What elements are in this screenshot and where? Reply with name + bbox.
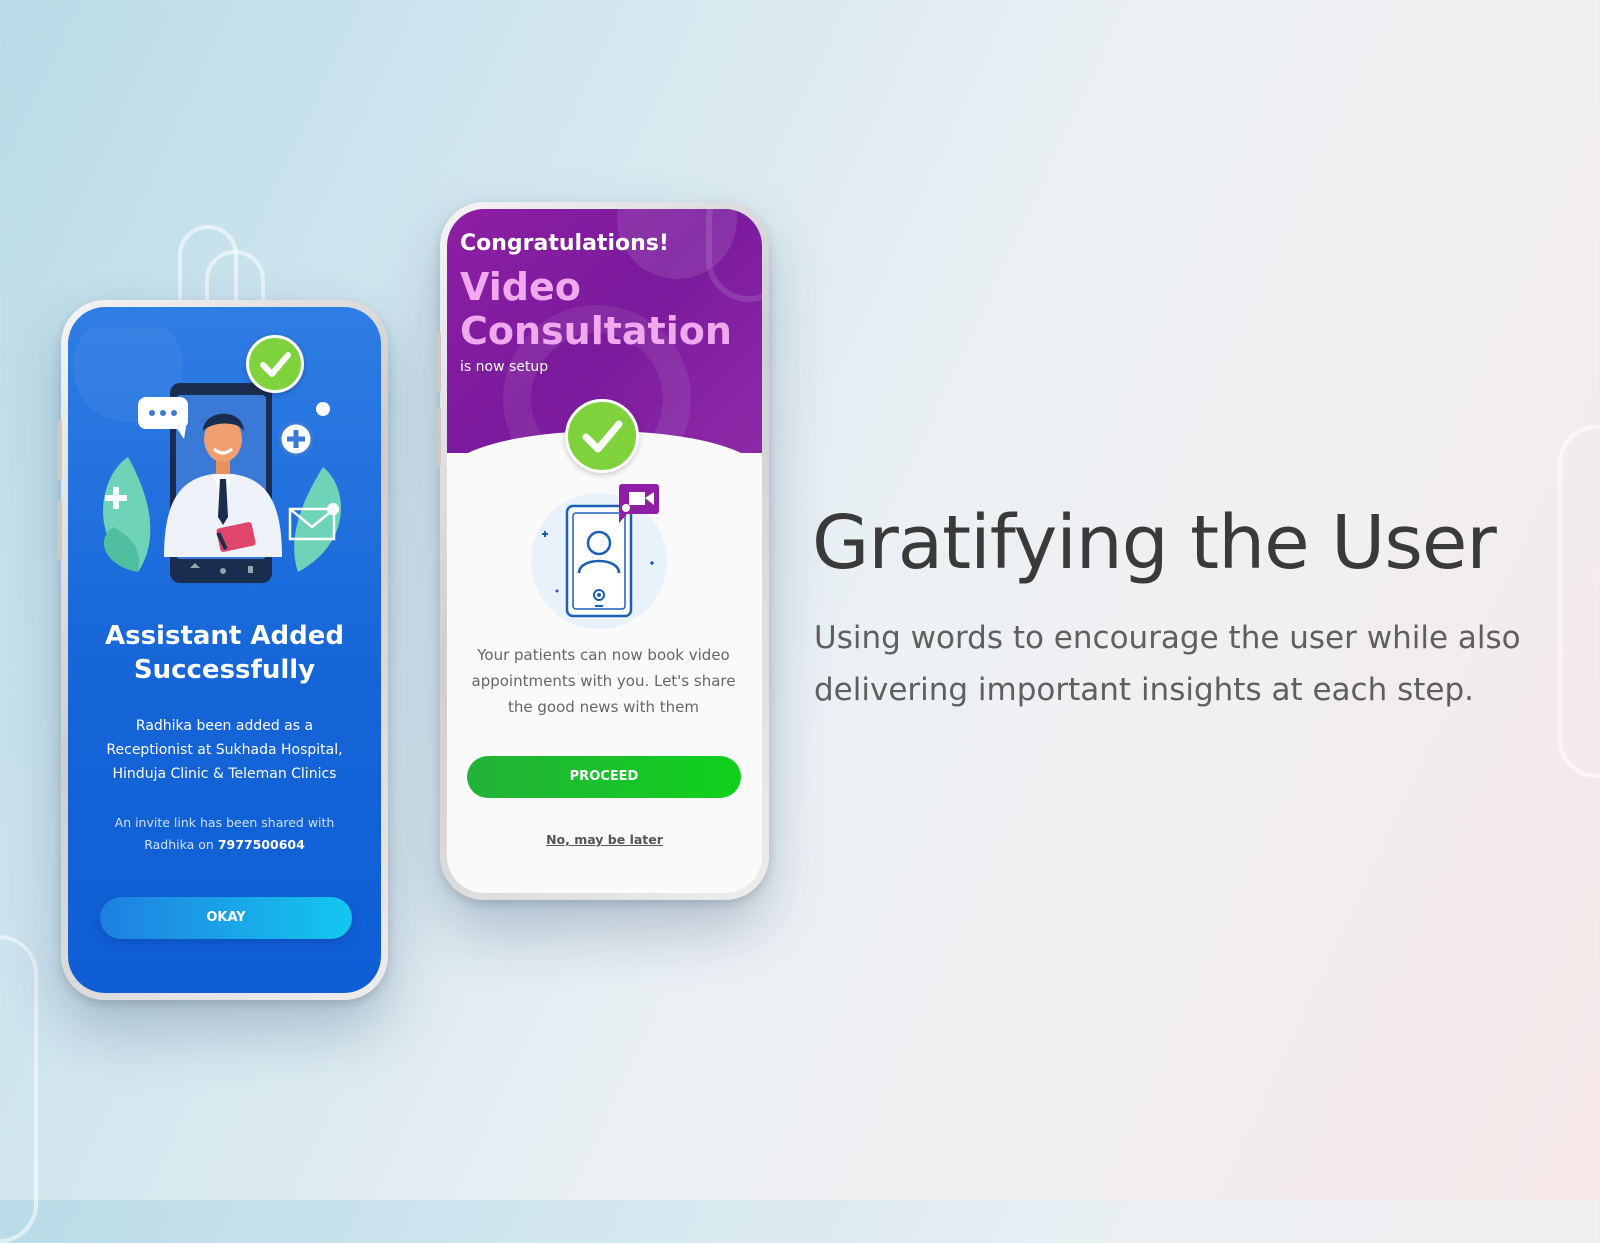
title-line-video: Video: [460, 265, 581, 309]
invite-phone-number: 7977500604: [217, 837, 305, 852]
assistant-added-phone: Assistant Added Successfully Radhika bee…: [57, 300, 388, 1000]
congratulations-text: Congratulations!: [460, 231, 669, 256]
video-phone-illustration: [531, 484, 667, 629]
assistant-added-title: Assistant Added Successfully: [104, 621, 344, 685]
video-consultation-screen: Congratulations! Video Consultation is n…: [447, 209, 762, 893]
background-decoration: [1558, 425, 1600, 778]
doctor-illustration: [73, 327, 341, 583]
video-consultation-description: Your patients can now book video appoint…: [471, 646, 736, 716]
title-line-consultation: Consultation: [460, 309, 732, 353]
chat-bubble-icon: [138, 397, 188, 439]
phone-side-button: [436, 407, 441, 467]
proceed-button[interactable]: PROCEED: [467, 756, 741, 798]
background-decoration: [0, 935, 38, 1243]
hero-headline: Gratifying the User: [812, 500, 1497, 586]
okay-button[interactable]: OKAY: [100, 897, 352, 939]
hero-subtext: Using words to encourage the user while …: [814, 620, 1521, 708]
setup-subtitle: is now setup: [460, 359, 549, 375]
maybe-later-link[interactable]: No, may be later: [447, 832, 762, 847]
video-consultation-title: Video Consultation: [460, 265, 732, 353]
plus-icon: [278, 421, 314, 457]
phone-side-button: [57, 420, 62, 480]
phone-side-button: [436, 332, 441, 392]
invite-info: An invite link has been shared with Radh…: [88, 812, 361, 856]
phone-side-button: [57, 500, 62, 560]
checkmark-icon: [565, 399, 639, 473]
assistant-added-screen: Assistant Added Successfully Radhika bee…: [68, 307, 381, 993]
phone-user-icon: [565, 504, 633, 618]
video-consultation-phone: Congratulations! Video Consultation is n…: [436, 202, 769, 900]
checkmark-icon: [246, 335, 304, 393]
assistant-added-description: Radhika been added as a Receptionist at …: [106, 718, 343, 782]
